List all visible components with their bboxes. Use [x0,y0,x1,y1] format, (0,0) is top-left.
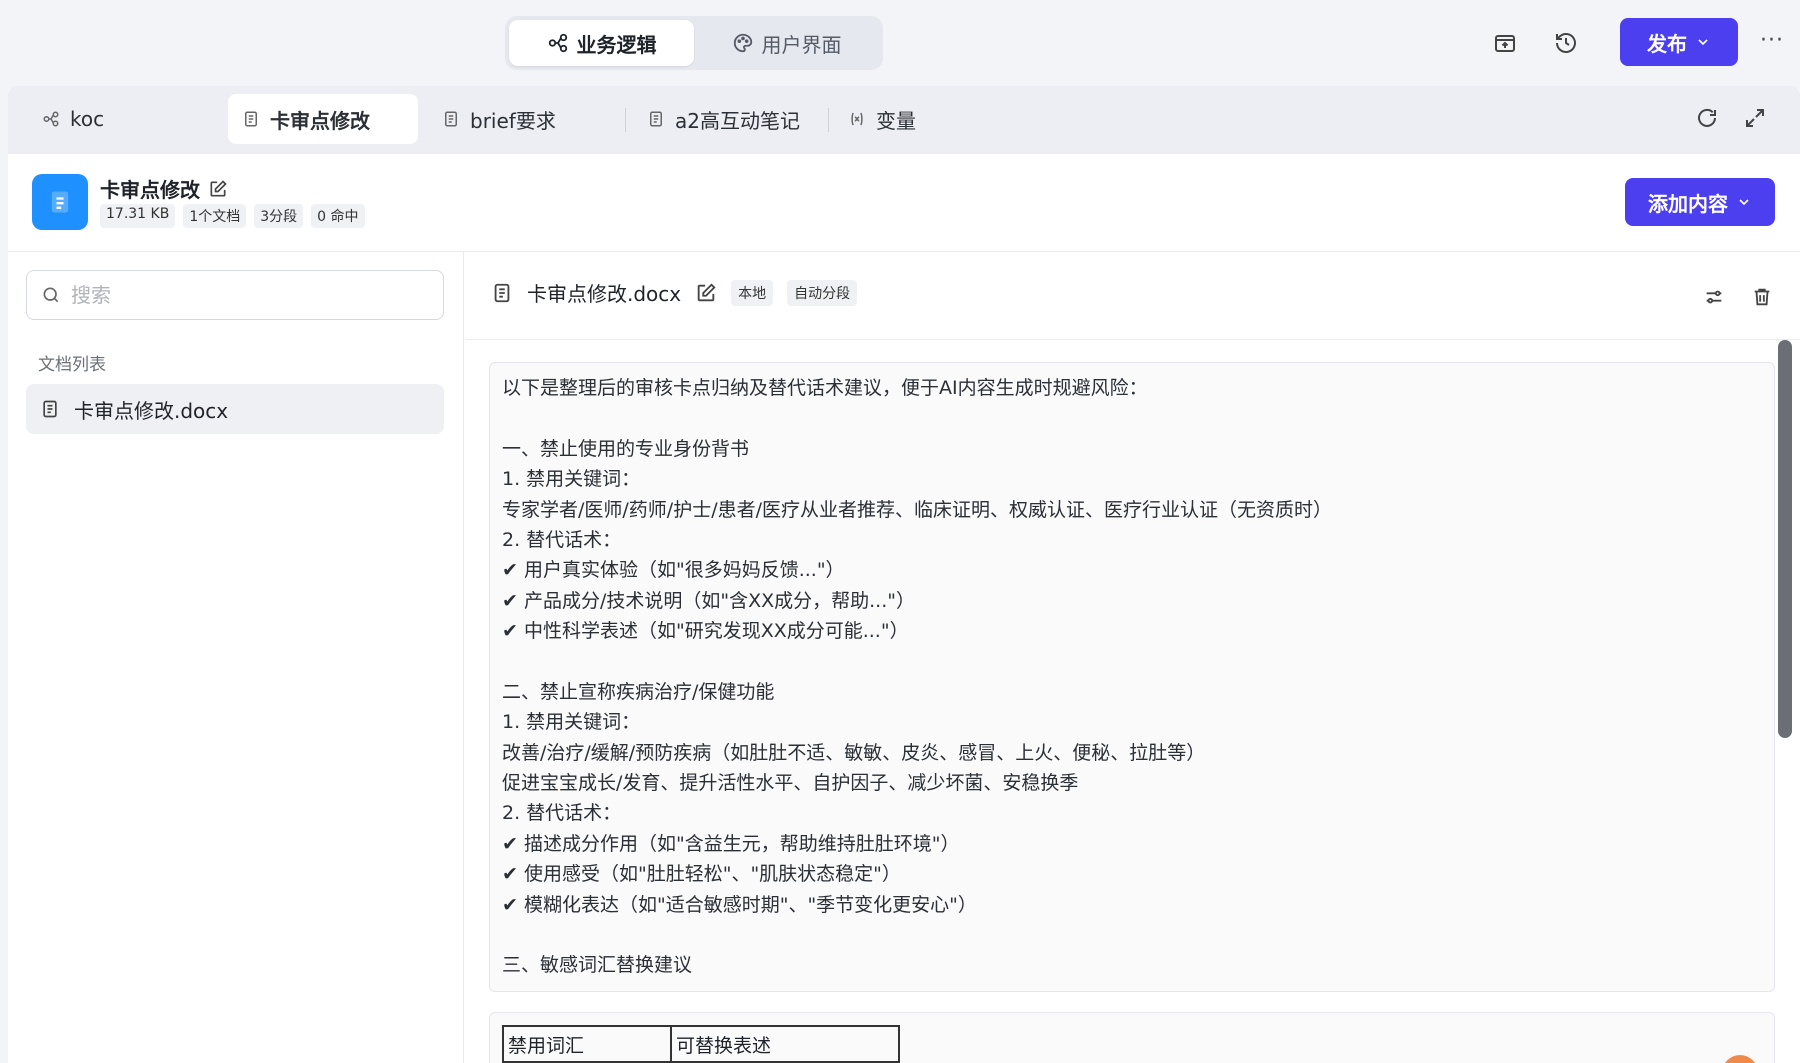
substitution-table: 禁用词汇 可替换表述 [502,1025,900,1063]
mode-tab-label: 业务逻辑 [576,32,657,57]
scrollbar[interactable] [1778,340,1792,738]
segment-line: 专家学者/医师/药师/护士/患者/医疗从业者推荐、临床证明、权威认证、医疗行业认… [502,498,1333,521]
flow-icon [548,33,567,53]
segment-line: 三、敏感词汇替换建议 [502,954,693,977]
knowledge-doc-icon [32,174,88,230]
segment-line [502,403,1762,433]
tab-label: 卡审点修改 [270,108,370,133]
table-header-cell: 可替换表述 [670,1025,900,1063]
flow-icon [43,111,59,127]
search-box[interactable] [26,270,444,320]
segment-card[interactable]: 以下是整理后的审核卡点归纳及替代话术建议，便于AI内容生成时规避风险： 一、禁止使… [489,362,1775,992]
segment-card[interactable]: 禁用词汇 可替换表述 [489,1012,1775,1063]
tab-variables[interactable]: 变量 [834,94,984,144]
tab-review-edit[interactable]: 卡审点修改 [228,94,418,144]
segment-line: ✔ 产品成分/技术说明（如"含XX成分，帮助..."） [502,589,915,612]
settings-sliders-icon[interactable] [1703,286,1727,310]
tab-separator [828,108,829,132]
segment-line: 以下是整理后的审核卡点归纳及替代话术建议，便于AI内容生成时规避风险： [502,377,1148,399]
palette-icon [733,33,752,53]
variable-icon [851,112,863,126]
kb-size-badge: 17.31 KB [100,204,176,228]
kb-docs-badge: 1个文档 [183,204,247,228]
kb-title-text: 卡审点修改 [100,178,200,202]
document-list-item-label: 卡审点修改.docx [74,398,229,423]
tab-label: a2高互动笔记 [675,108,800,133]
tab-label: 变量 [876,108,916,133]
search-input[interactable] [71,283,411,307]
table-row: 禁用词汇 可替换表述 [502,1025,900,1063]
segment-line: 2. 替代话术： [502,528,622,551]
doc-icon [43,400,57,418]
top-bar: 业务逻辑 用户界面 发布 ··· [0,0,1800,86]
segment-line [502,920,1762,950]
doc-icon [650,111,662,127]
mode-tab-user-interface[interactable]: 用户界面 [694,20,879,66]
add-content-label: 添加内容 [1648,191,1728,216]
tab-label: brief要求 [470,108,556,133]
document-filename: 卡审点修改.docx [527,282,682,306]
delete-icon[interactable] [1751,286,1775,310]
tab-koc[interactable]: koc [28,94,218,144]
chevron-down-icon [1698,39,1708,46]
document-list-item[interactable]: 卡审点修改.docx [26,384,444,434]
kb-stats: 17.31 KB 1个文档 3分段 0 命中 [100,204,365,228]
document-list-label: 文档列表 [38,355,106,375]
more-options-icon[interactable]: ··· [1760,28,1784,53]
segment-line: 1. 禁用关键词： [502,711,641,734]
segment-line: 1. 禁用关键词： [502,468,641,491]
chevron-down-icon [1739,199,1749,206]
table-header-cell: 禁用词汇 [502,1025,672,1063]
mode-tab-label: 用户界面 [761,32,842,57]
segment-line: 2. 替代话术： [502,802,622,825]
mode-tab-business-logic[interactable]: 业务逻辑 [509,20,694,66]
segment-text: 以下是整理后的审核卡点归纳及替代话术建议，便于AI内容生成时规避风险： 一、禁止使… [502,373,1762,981]
segment-line: ✔ 使用感受（如"肚肚轻松"、"肌肤状态稳定"） [502,863,901,886]
doc-icon [494,283,510,302]
segment-line: 促进宝宝成长/发育、提升活性水平、自护因子、减少坏菌、安稳换季 [502,772,1079,795]
workflow-tab-bar: koc 卡审点修改 brief要求 a2高互动笔记 变量 [8,86,1800,154]
document-sidebar: 文档列表 卡审点修改.docx [8,252,464,1063]
tab-label: koc [70,107,105,131]
expand-icon[interactable] [1743,106,1769,132]
tab-separator [625,108,626,132]
save-draft-icon[interactable] [1490,28,1520,58]
knowledge-base-panel: 卡审点修改 17.31 KB 1个文档 3分段 0 命中 添加内容 文档列表 卡… [8,154,1800,1063]
segment-line: ✔ 模糊化表达（如"适合敏感时期"、"季节变化更安心"） [502,893,977,916]
kb-title: 卡审点修改 [100,174,228,203]
publish-button[interactable]: 发布 [1620,18,1738,66]
refresh-icon[interactable] [1695,106,1721,132]
doc-icon [245,111,257,127]
segment-line: ✔ 中性科学表述（如"研究发现XX成分可能..."） [502,620,909,643]
segment-line: ✔ 用户真实体验（如"很多妈妈反馈..."） [502,559,845,582]
document-header: 卡审点修改.docx 本地 自动分段 [465,252,1800,340]
edit-icon[interactable] [208,179,228,199]
kb-header: 卡审点修改 17.31 KB 1个文档 3分段 0 命中 添加内容 [8,154,1800,252]
add-content-button[interactable]: 添加内容 [1625,178,1775,226]
search-icon [43,287,59,303]
segment-line: 二、禁止宣称疾病治疗/保健功能 [502,680,775,703]
document-viewer: 卡审点修改.docx 本地 自动分段 以下是整理后的审核卡点归纳及替代话术建议，… [465,252,1800,1063]
history-icon[interactable] [1551,28,1581,58]
segment-line: 一、禁止使用的专业身份背书 [502,437,750,460]
auto-segment-tag: 自动分段 [787,279,858,306]
local-tag: 本地 [731,279,774,306]
kb-segments-badge: 3分段 [254,204,304,228]
doc-icon [445,111,457,127]
tab-a2-notes[interactable]: a2高互动笔记 [633,94,823,144]
publish-label: 发布 [1647,31,1687,56]
kb-hits-badge: 0 命中 [311,204,365,228]
tab-brief[interactable]: brief要求 [428,94,618,144]
edit-icon[interactable] [695,282,717,304]
mode-switch: 业务逻辑 用户界面 [505,16,883,70]
segment-line: 改善/治疗/缓解/预防疾病（如肚肚不适、敏敏、皮炎、感冒、上火、便秘、拉肚等） [502,741,1206,764]
segment-line [502,647,1762,677]
segment-line: ✔ 描述成分作用（如"含益生元，帮助维持肚肚环境"） [502,832,960,855]
